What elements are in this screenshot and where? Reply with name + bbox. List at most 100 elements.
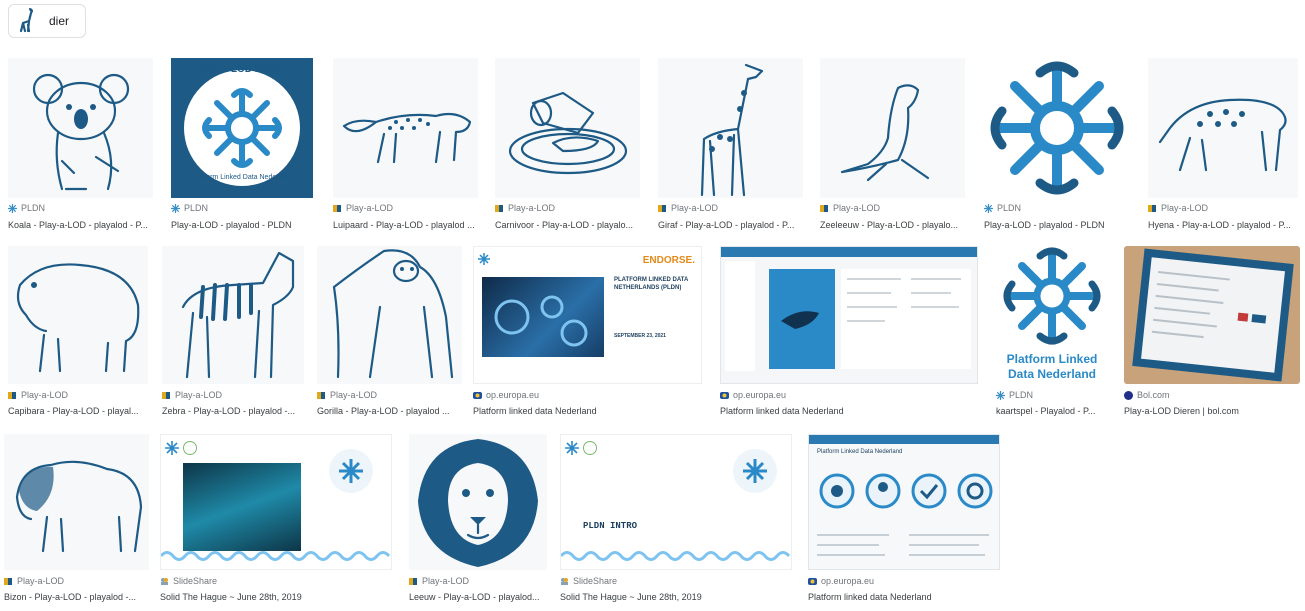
box-label [1141,257,1285,373]
result-title[interactable]: Capibara - Play-a-LOD - playal... [8,406,148,416]
result-title[interactable]: Leeuw - Play-a-LOD - playalod... [409,592,547,602]
result-source: PLDN [8,203,45,213]
result-image[interactable] [8,58,153,198]
search-chip[interactable]: dier [8,4,86,38]
result-image[interactable]: Platform Linked Data Nederland [996,246,1108,384]
result-title[interactable]: Gorilla - Play-a-LOD - playalod ... [317,406,462,416]
result-title[interactable]: Platform linked data Nederland [808,592,1000,602]
site-header-bar [721,247,977,257]
result-card-pldn-intro[interactable]: PLDN INTRO SlideShare Solid The Hague ~ … [560,434,792,606]
result-source: Play-a-LOD [495,203,555,213]
result-card-website[interactable]: op.europa.eu Platform linked data Nederl… [720,246,978,420]
slideshare-icon [160,577,169,586]
result-source: Play-a-LOD [658,203,718,213]
result-image[interactable] [162,246,304,384]
result-card-solid-slide[interactable]: SlideShare Solid The Hague ~ June 28th, … [160,434,392,606]
result-image[interactable] [720,246,978,384]
result-image[interactable] [1124,246,1300,384]
result-title[interactable]: Solid The Hague ~ June 28th, 2019 [160,592,392,602]
result-title[interactable]: Koala - Play-a-LOD - playalod - P... [8,220,153,230]
feature-icons [819,473,993,509]
result-image[interactable]: ENDORSE. PLATFORM LINKED DATA NETHERLAND… [473,246,702,384]
result-title[interactable]: Giraf - Play-a-LOD - playalod - P... [658,220,803,230]
check-badge-icon [183,441,197,455]
result-title[interactable]: Platform linked data Nederland [720,406,978,416]
slide-brand: ENDORSE. [642,255,695,266]
result-image[interactable] [160,434,392,570]
result-card-leopard[interactable]: Play-a-LOD Luipaard - Play-a-LOD - playa… [333,58,478,236]
result-title[interactable]: kaartspel - Playalod - P... [996,406,1108,416]
result-image[interactable] [8,246,148,384]
page-heading: Platform Linked Data Nederland [817,449,903,455]
result-title[interactable]: Luipaard - Play-a-LOD - playalod ... [333,220,478,230]
site-content [841,269,971,369]
site-feature-panel [769,269,835,369]
result-title[interactable]: Play-a-LOD - playalod - PLDN [984,220,1129,230]
result-source: Play-a-LOD [409,576,469,586]
result-image[interactable] [333,58,478,198]
result-image[interactable] [658,58,803,198]
flag-icon [162,391,171,400]
result-source: op.europa.eu [720,390,786,400]
result-card-zebra[interactable]: Play-a-LOD Zebra - Play-a-LOD - playalod… [162,246,304,420]
result-card-capybara[interactable]: Play-a-LOD Capibara - Play-a-LOD - playa… [8,246,148,420]
snowflake-icon [733,449,777,493]
logo-top-text: Play-a-LOD Dieren [198,64,286,75]
result-title[interactable]: Solid The Hague ~ June 28th, 2019 [560,592,792,602]
result-image[interactable]: PLDN INTRO [560,434,792,570]
result-title[interactable]: Play-a-LOD Dieren | bol.com [1124,406,1300,416]
result-source: Play-a-LOD [162,390,222,400]
snowflake-icon [984,203,993,213]
result-card-pldn-logo[interactable]: PLDN Play-a-LOD - playalod - PLDN [984,58,1129,236]
result-source: PLDN [984,203,1021,213]
wordmark-text: Platform Linked Data Nederland [1006,352,1098,381]
result-image[interactable] [317,246,462,384]
result-card-gorilla[interactable]: Play-a-LOD Gorilla - Play-a-LOD - playal… [317,246,462,420]
result-source: SlideShare [560,576,617,586]
result-source: Play-a-LOD [820,203,880,213]
result-card-play-a-lod-logo[interactable]: Play-a-LOD Dieren Platform Linked Data N… [171,58,313,236]
result-title[interactable]: Bizon - Play-a-LOD - playalod -... [4,592,149,602]
result-image[interactable] [4,434,149,570]
result-title[interactable]: Carnivoor - Play-a-LOD - playalo... [495,220,640,230]
gears-photo [482,277,604,357]
result-card-lion[interactable]: Play-a-LOD Leeuw - Play-a-LOD - playalod… [409,434,547,606]
wave-border [561,551,791,561]
result-title[interactable]: Platform linked data Nederland [473,406,702,416]
result-card-hyena[interactable]: Play-a-LOD Hyena - Play-a-LOD - playalod… [1148,58,1298,236]
giraffe-icon [13,7,41,35]
result-title[interactable]: Hyena - Play-a-LOD - playalod - P... [1148,220,1298,230]
result-card-game-box[interactable]: Bol.com Play-a-LOD Dieren | bol.com [1124,246,1300,420]
snowflake-icon [8,203,17,213]
result-source: Play-a-LOD [8,390,68,400]
europa-icon [473,391,482,400]
result-image[interactable] [984,58,1129,198]
result-card-pldn-website[interactable]: Platform Linked Data Nederland op.europa… [808,434,1000,606]
result-source: PLDN [171,203,208,213]
result-title[interactable]: Zeeleeuw - Play-a-LOD - playalo... [820,220,965,230]
result-card-endorse-slide[interactable]: ENDORSE. PLATFORM LINKED DATA NETHERLAND… [473,246,702,420]
result-image[interactable] [1148,58,1298,198]
result-title[interactable]: Play-a-LOD - playalod - PLDN [171,220,313,230]
snowflake-icon [165,441,179,455]
result-card-bison[interactable]: Play-a-LOD Bizon - Play-a-LOD - playalod… [4,434,149,606]
result-card-koala[interactable]: PLDN Koala - Play-a-LOD - playalod - P..… [8,58,153,236]
result-image[interactable] [820,58,965,198]
europa-icon [720,391,729,400]
result-image[interactable] [495,58,640,198]
result-card-giraffe[interactable]: Play-a-LOD Giraf - Play-a-LOD - playalod… [658,58,803,236]
result-card-carnivore[interactable]: Play-a-LOD Carnivoor - Play-a-LOD - play… [495,58,640,236]
search-chip-label: dier [49,14,70,28]
result-card-pldn-wordmark[interactable]: Platform Linked Data Nederland PLDN kaar… [996,246,1108,420]
flag-icon [820,204,829,213]
result-image[interactable] [409,434,547,570]
result-source: SlideShare [160,576,217,586]
flag-icon [658,204,667,213]
result-image[interactable]: Platform Linked Data Nederland [808,434,1000,570]
flag-icon [495,204,504,213]
result-title[interactable]: Zebra - Play-a-LOD - playalod -... [162,406,304,416]
flag-icon [409,577,418,586]
flag-icon [317,391,326,400]
result-card-sea-lion[interactable]: Play-a-LOD Zeeleeuw - Play-a-LOD - playa… [820,58,965,236]
flag-icon [333,204,342,213]
